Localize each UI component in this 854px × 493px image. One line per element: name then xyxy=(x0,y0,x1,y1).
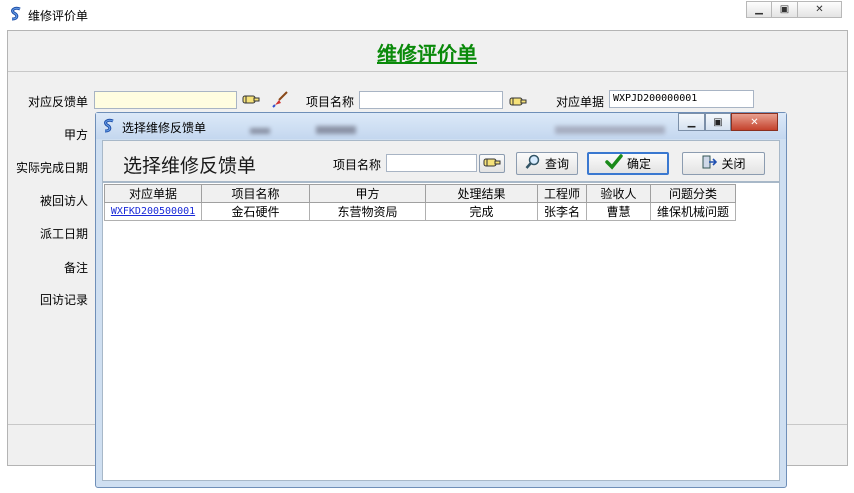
close-icon[interactable]: ✕ xyxy=(798,1,842,18)
table-row[interactable]: WXFKD200500001 金石硬件 东营物资局 完成 张李名 曹慧 维保机械… xyxy=(104,202,736,221)
table-cell: 张李名 xyxy=(537,202,587,221)
table-cell: 完成 xyxy=(425,202,538,221)
column-header[interactable]: 甲方 xyxy=(309,184,426,203)
query-button[interactable]: 查询 xyxy=(516,152,578,175)
search-project-input[interactable] xyxy=(386,154,477,172)
exit-door-icon xyxy=(701,154,718,173)
column-header[interactable]: 验收人 xyxy=(586,184,651,203)
column-header[interactable]: 问题分类 xyxy=(650,184,736,203)
column-header[interactable]: 对应单据 xyxy=(104,184,202,203)
pointing-hand-icon[interactable] xyxy=(242,93,260,106)
table-cell: 维保机械问题 xyxy=(650,202,736,221)
table-cell: 东营物资局 xyxy=(309,202,426,221)
close-icon[interactable]: ✕ xyxy=(731,113,778,131)
table-cell: 曹慧 xyxy=(586,202,651,221)
minimize-icon[interactable]: ▁ xyxy=(746,1,772,18)
main-title-bar xyxy=(0,0,854,28)
visit-record-label: 回访记录 xyxy=(39,293,88,307)
search-project-label: 项目名称 xyxy=(333,158,382,172)
project-name-label: 项目名称 xyxy=(305,95,354,109)
doc-number-link[interactable]: WXFKD200500001 xyxy=(104,202,202,221)
query-button-label: 查询 xyxy=(544,157,569,171)
page-title: 维修评价单 xyxy=(377,42,477,66)
magnifier-icon xyxy=(525,154,541,173)
project-name-field[interactable] xyxy=(359,91,503,109)
blurred-background xyxy=(555,126,665,134)
column-header[interactable]: 工程师 xyxy=(537,184,587,203)
confirm-button[interactable]: 确定 xyxy=(587,152,669,175)
app-logo-icon xyxy=(8,6,24,22)
doc-number-field[interactable]: WXPJD200000001 xyxy=(609,90,754,108)
restore-icon[interactable]: ▣ xyxy=(772,1,798,18)
table-header-row: 对应单据 项目名称 甲方 处理结果 工程师 验收人 问题分类 xyxy=(104,184,736,203)
visitee-label: 被回访人 xyxy=(39,194,88,208)
column-header[interactable]: 处理结果 xyxy=(425,184,538,203)
dialog-title: 选择维修反馈单 xyxy=(122,121,207,135)
blurred-background xyxy=(316,126,356,134)
dialog-window-controls: ▁ ▣ ✕ xyxy=(678,113,778,131)
feedback-grid: 对应单据 项目名称 甲方 处理结果 工程师 验收人 问题分类 WXFKD2005… xyxy=(102,182,780,481)
app-logo-icon xyxy=(101,118,117,134)
completion-date-label: 实际完成日期 xyxy=(15,161,88,175)
pointing-hand-icon xyxy=(483,156,501,172)
minimize-icon[interactable]: ▁ xyxy=(678,113,705,131)
close-button[interactable]: 关闭 xyxy=(682,152,765,175)
table-cell: 金石硬件 xyxy=(201,202,310,221)
main-window-controls: ▁ ▣ ✕ xyxy=(746,1,842,19)
dialog-heading: 选择维修反馈单 xyxy=(123,155,257,177)
column-header[interactable]: 项目名称 xyxy=(201,184,310,203)
close-button-label: 关闭 xyxy=(721,157,746,171)
blurred-background xyxy=(250,128,270,134)
dispatch-date-label: 派工日期 xyxy=(39,227,88,241)
main-window-title: 维修评价单 xyxy=(28,9,89,23)
feedback-table: 对应单据 项目名称 甲方 处理结果 工程师 验收人 问题分类 WXFKD2005… xyxy=(104,184,736,221)
pointing-hand-icon[interactable] xyxy=(509,95,527,108)
brush-clear-icon[interactable] xyxy=(272,90,290,108)
party-a-label: 甲方 xyxy=(63,128,88,142)
feedback-field[interactable] xyxy=(94,91,237,109)
remark-label: 备注 xyxy=(63,261,88,275)
feedback-label: 对应反馈单 xyxy=(27,95,88,109)
doc-number-label: 对应单据 xyxy=(555,95,604,109)
pick-project-button[interactable] xyxy=(479,154,505,173)
restore-icon[interactable]: ▣ xyxy=(705,113,731,131)
check-icon xyxy=(605,154,623,173)
confirm-button-label: 确定 xyxy=(626,157,651,171)
